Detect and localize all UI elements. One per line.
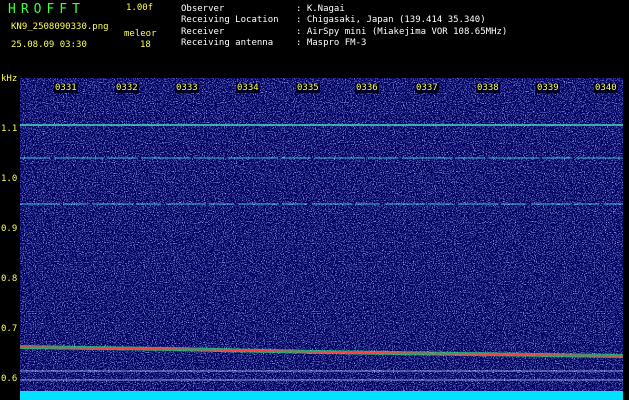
info-key-antenna: Receiving antenna	[181, 38, 274, 48]
axis-tick-0-7: 0.7	[1, 324, 18, 334]
time-label-0331: 0331	[54, 83, 78, 93]
time-label-0337: 0337	[415, 83, 439, 93]
time-label-0340: 0340	[594, 83, 618, 93]
info-value-receiver: : AirSpy mini (Miakejima VOR 108.65MHz)	[296, 27, 508, 37]
axis-tick-0-8: 0.8	[1, 274, 18, 284]
count-label: 18	[140, 40, 151, 50]
spectrogram-plot	[20, 78, 623, 400]
info-key-observer: Observer	[181, 4, 225, 14]
info-key-receiver: Receiver	[181, 27, 225, 37]
version-label: 1.00f	[126, 3, 154, 13]
axis-tick-1-1: 1.1	[1, 124, 18, 134]
time-label-0338: 0338	[476, 83, 500, 93]
info-value-location: : Chigasaki, Japan (139.414 35.340)	[296, 15, 486, 25]
time-label-0333: 0333	[175, 83, 199, 93]
spectrogram-canvas	[20, 78, 623, 400]
axis-tick-0-6: 0.6	[1, 374, 18, 384]
time-label-0339: 0339	[536, 83, 560, 93]
app-title: HROFFT	[8, 2, 85, 17]
time-label-0334: 0334	[236, 83, 260, 93]
info-key-location: Receiving Location	[181, 15, 279, 25]
filename-label: KN9_2508090330.png	[11, 22, 109, 32]
time-label-0332: 0332	[115, 83, 139, 93]
axis-unit-label: kHz	[1, 74, 18, 84]
baseline-band	[20, 391, 623, 400]
info-value-antenna: : Maspro FM-3	[296, 38, 367, 48]
datetime-label: 25.08.09 03:30	[11, 40, 87, 50]
info-value-observer: : K.Nagai	[296, 4, 345, 14]
time-label-0335: 0335	[296, 83, 320, 93]
axis-tick-0-9: 0.9	[1, 224, 18, 234]
time-label-0336: 0336	[355, 83, 379, 93]
station-label: meleor	[124, 29, 157, 39]
frequency-axis: kHz 1.1 1.0 0.9 0.8 0.7 0.6	[0, 70, 20, 400]
axis-tick-1-0: 1.0	[1, 174, 18, 184]
